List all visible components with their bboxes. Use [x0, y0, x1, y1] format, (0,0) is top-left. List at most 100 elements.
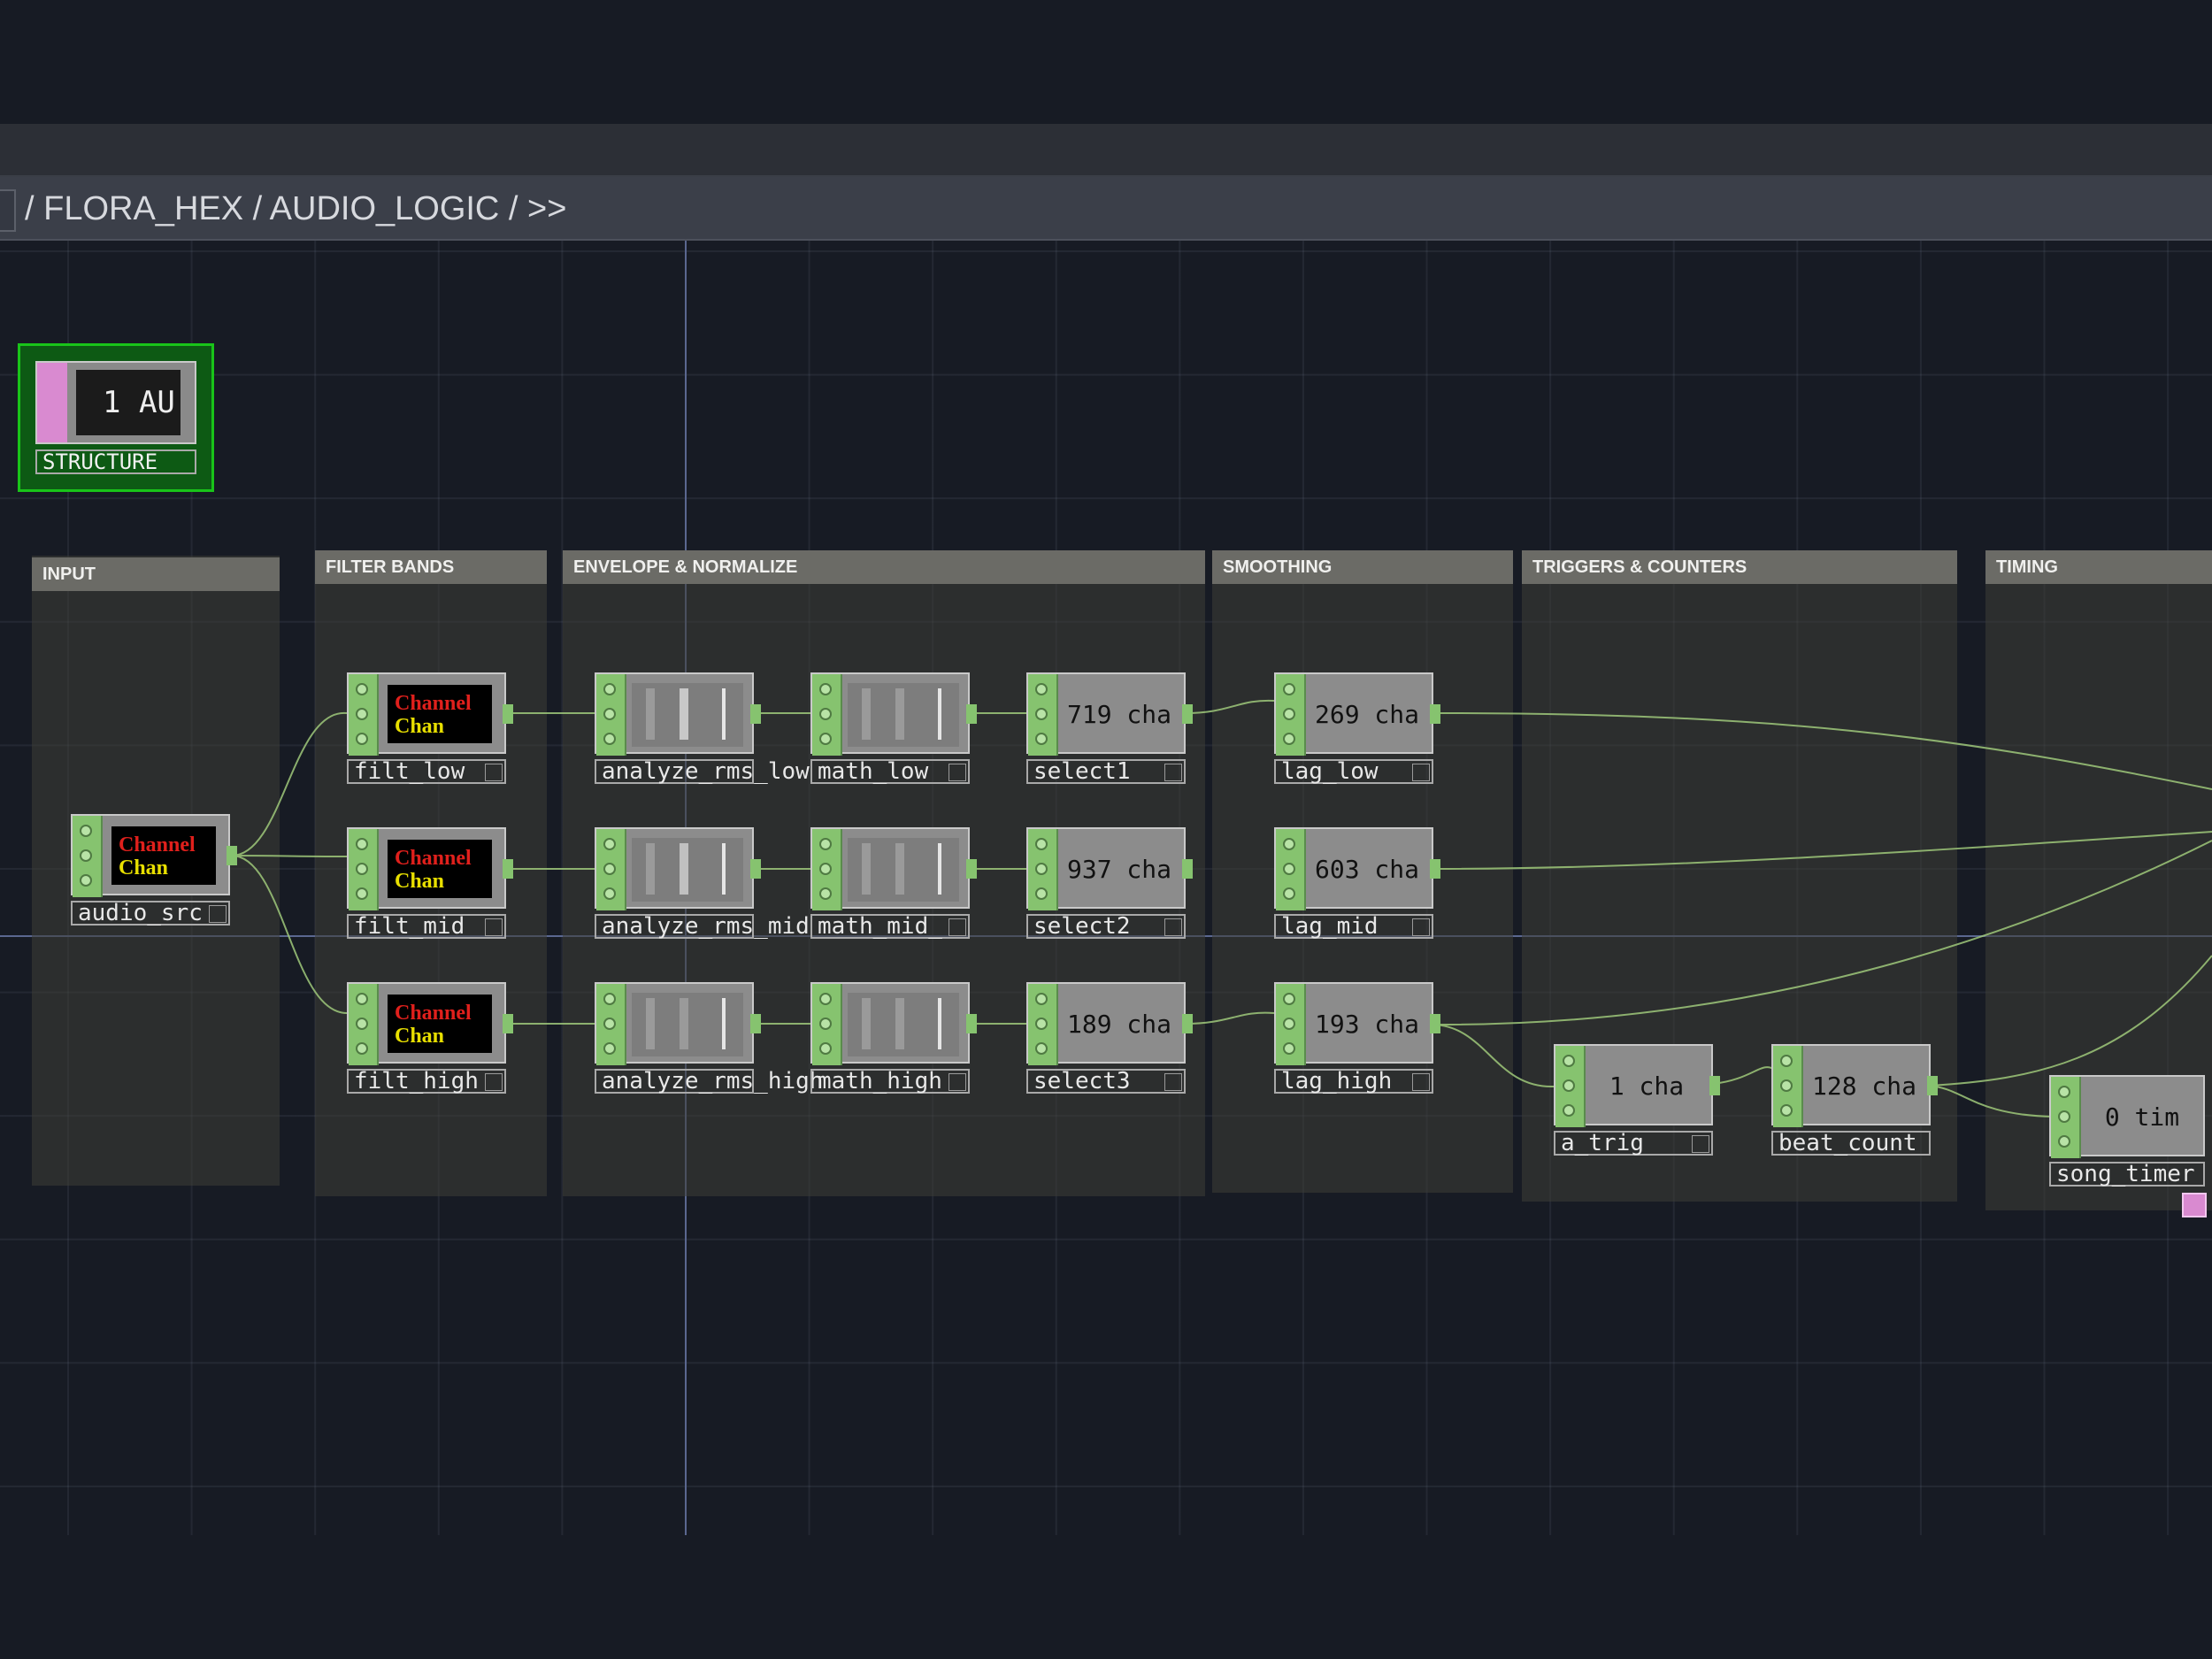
node-body[interactable] [595, 672, 761, 756]
plus-icon[interactable] [1412, 918, 1430, 936]
node-label[interactable]: analyze_rms_low [595, 759, 810, 784]
input-port[interactable] [356, 733, 368, 745]
node-label[interactable]: analyze_rms_mid [595, 914, 810, 939]
output-port[interactable] [1182, 704, 1193, 724]
input-port[interactable] [603, 1018, 616, 1030]
input-port[interactable] [603, 683, 616, 695]
node-input-ports[interactable] [812, 829, 842, 910]
input-port[interactable] [80, 825, 92, 837]
node-input-ports[interactable] [596, 674, 626, 756]
input-port[interactable] [1283, 1018, 1295, 1030]
node-input-ports[interactable] [1773, 1046, 1803, 1127]
node-body[interactable] [595, 982, 761, 1065]
plus-icon[interactable] [949, 1073, 966, 1091]
output-port[interactable] [966, 859, 977, 879]
node-input-ports[interactable] [349, 984, 379, 1065]
input-port[interactable] [603, 838, 616, 850]
node-input-ports[interactable] [349, 829, 379, 910]
node-input-ports[interactable] [1276, 674, 1306, 756]
output-port[interactable] [1430, 1014, 1440, 1033]
node-label[interactable]: select2 [1026, 914, 1186, 939]
input-port[interactable] [1283, 993, 1295, 1005]
input-port[interactable] [819, 1042, 832, 1055]
node-body[interactable]: 937 cha [1026, 827, 1193, 910]
input-port[interactable] [1780, 1079, 1793, 1092]
output-port[interactable] [227, 846, 237, 865]
input-port[interactable] [356, 838, 368, 850]
structure-label[interactable]: STRUCTURE [35, 449, 196, 474]
output-port[interactable] [1430, 859, 1440, 879]
node-body[interactable]: 0 tim [2049, 1075, 2205, 1158]
structure-ports[interactable] [37, 363, 67, 442]
node-input-ports[interactable] [812, 984, 842, 1065]
input-port[interactable] [1563, 1055, 1575, 1067]
input-port[interactable] [2058, 1086, 2070, 1098]
node-label[interactable]: lag_high [1274, 1069, 1433, 1094]
input-port[interactable] [1035, 708, 1048, 720]
input-port[interactable] [80, 849, 92, 862]
plus-icon[interactable] [1164, 764, 1182, 781]
input-port[interactable] [356, 708, 368, 720]
input-port[interactable] [1780, 1055, 1793, 1067]
node-input-ports[interactable] [596, 984, 626, 1065]
node-label[interactable]: filt_high [347, 1069, 506, 1094]
output-port[interactable] [750, 1014, 761, 1033]
node-input-ports[interactable] [349, 674, 379, 756]
output-port[interactable] [503, 859, 513, 879]
plus-icon[interactable] [485, 764, 503, 781]
node-label[interactable]: math_low [810, 759, 970, 784]
plus-icon[interactable] [1164, 918, 1182, 936]
node-body[interactable]: Channel Chan [347, 827, 513, 910]
input-port[interactable] [356, 683, 368, 695]
node-body[interactable]: 189 cha [1026, 982, 1193, 1065]
node-input-ports[interactable] [1555, 1046, 1586, 1127]
input-port[interactable] [603, 708, 616, 720]
node-body[interactable] [810, 827, 977, 910]
input-port[interactable] [1283, 863, 1295, 875]
input-port[interactable] [819, 863, 832, 875]
node-input-ports[interactable] [1028, 984, 1058, 1065]
plus-icon[interactable] [485, 1073, 503, 1091]
input-port[interactable] [1563, 1104, 1575, 1117]
input-port[interactable] [1283, 733, 1295, 745]
node-input-ports[interactable] [1028, 674, 1058, 756]
node-label[interactable]: beat_count [1771, 1131, 1931, 1156]
node-body[interactable]: 128 cha [1771, 1044, 1938, 1127]
input-port[interactable] [356, 1042, 368, 1055]
input-port[interactable] [1283, 838, 1295, 850]
input-port[interactable] [1563, 1079, 1575, 1092]
input-port[interactable] [819, 683, 832, 695]
node-input-ports[interactable] [1276, 984, 1306, 1065]
input-port[interactable] [1035, 838, 1048, 850]
output-port[interactable] [1182, 1014, 1193, 1033]
input-port[interactable] [1035, 863, 1048, 875]
input-port[interactable] [1283, 1042, 1295, 1055]
output-port[interactable] [503, 704, 513, 724]
output-port[interactable] [1430, 704, 1440, 724]
plus-icon[interactable] [949, 918, 966, 936]
node-body[interactable]: Channel Chan [71, 814, 237, 897]
node-input-ports[interactable] [596, 829, 626, 910]
plus-icon[interactable] [485, 918, 503, 936]
node-label[interactable]: a_trig [1554, 1131, 1713, 1156]
node-label[interactable]: filt_low [347, 759, 506, 784]
output-port[interactable] [750, 859, 761, 879]
input-port[interactable] [80, 874, 92, 887]
output-port[interactable] [966, 1014, 977, 1033]
plus-icon[interactable] [1412, 1073, 1430, 1091]
plus-icon[interactable] [949, 764, 966, 781]
input-port[interactable] [356, 863, 368, 875]
input-port[interactable] [819, 887, 832, 900]
add-operator-button[interactable] [2182, 1193, 2207, 1217]
input-port[interactable] [1035, 1018, 1048, 1030]
input-port[interactable] [1780, 1104, 1793, 1117]
node-label[interactable]: filt_mid [347, 914, 506, 939]
input-port[interactable] [356, 993, 368, 1005]
node-label[interactable]: select3 [1026, 1069, 1186, 1094]
plus-icon[interactable] [1164, 1073, 1182, 1091]
node-input-ports[interactable] [1028, 829, 1058, 910]
node-body[interactable]: 719 cha [1026, 672, 1193, 756]
node-body[interactable]: Channel Chan [347, 982, 513, 1065]
input-port[interactable] [819, 993, 832, 1005]
node-body[interactable]: Channel Chan [347, 672, 513, 756]
